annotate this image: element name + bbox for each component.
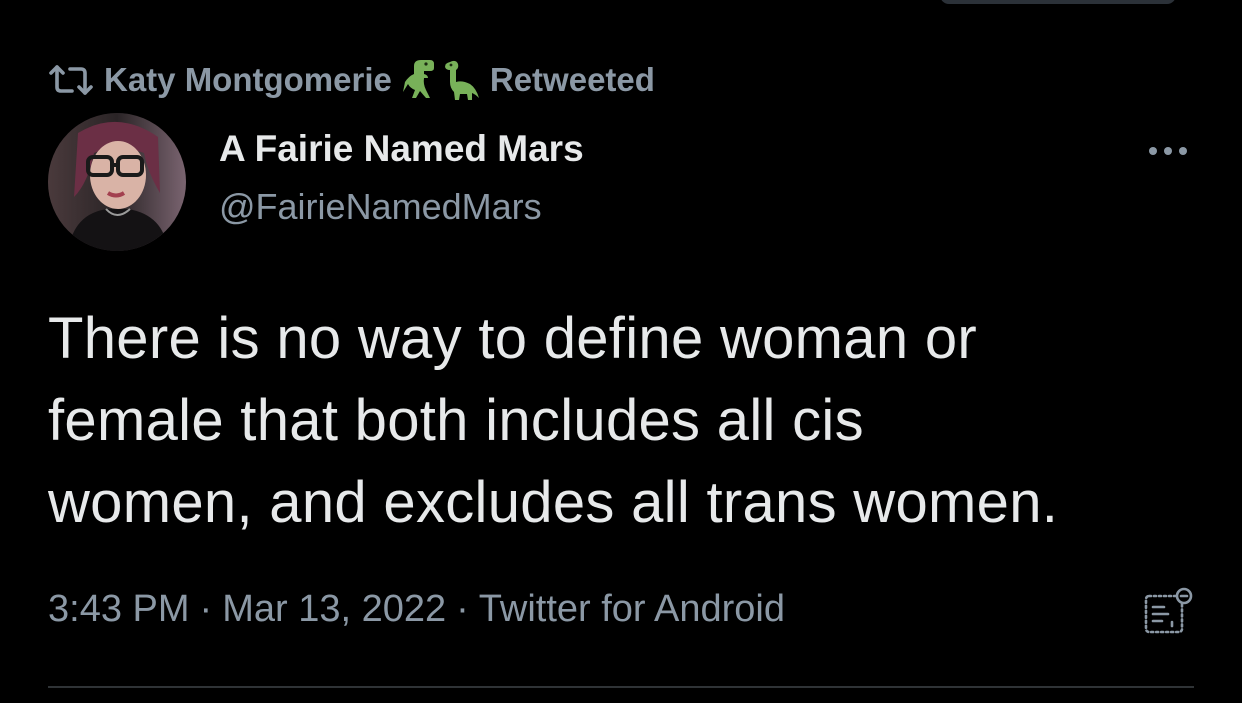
more-options-icon-dot	[1164, 147, 1172, 155]
more-options-icon	[1149, 147, 1157, 155]
retweeter-emoji	[402, 58, 480, 102]
divider	[48, 686, 1194, 688]
tweet-text: There is no way to define woman or femal…	[48, 298, 1198, 544]
view-analytics-icon	[1144, 587, 1193, 634]
retweeter-name[interactable]: Katy Montgomerie	[104, 61, 392, 99]
tweet-text-line: female that both includes all cis	[48, 388, 864, 453]
tweet-source[interactable]: Twitter for Android	[479, 588, 785, 631]
profile-avatar[interactable]	[48, 113, 186, 251]
display-name[interactable]: A Fairie Named Mars	[219, 128, 584, 170]
user-handle[interactable]: @FairieNamedMars	[219, 186, 542, 228]
top-pill-button[interactable]	[940, 0, 1176, 4]
view-analytics-button[interactable]	[1140, 586, 1196, 636]
more-options-button[interactable]	[1140, 136, 1196, 166]
retweet-context[interactable]: Katy Montgomerie Retweeted	[48, 58, 655, 102]
tweet-date[interactable]: Mar 13, 2022	[222, 588, 446, 631]
sauropod-emoji	[444, 60, 479, 100]
tweet-time[interactable]: 3:43 PM	[48, 588, 190, 631]
retweet-icon	[49, 65, 93, 95]
tweet-text-line: There is no way to define woman or	[48, 306, 977, 371]
retweeted-label: Retweeted	[489, 61, 655, 98]
meta-separator: ·	[456, 588, 469, 630]
tweet-metadata: 3:43 PM · Mar 13, 2022 · Twitter for And…	[48, 588, 785, 631]
meta-separator: ·	[199, 588, 213, 630]
more-options-icon-dot	[1179, 147, 1187, 155]
tweet-text-line: women, and excludes all trans women.	[48, 470, 1059, 535]
t-rex-emoji	[402, 60, 434, 98]
